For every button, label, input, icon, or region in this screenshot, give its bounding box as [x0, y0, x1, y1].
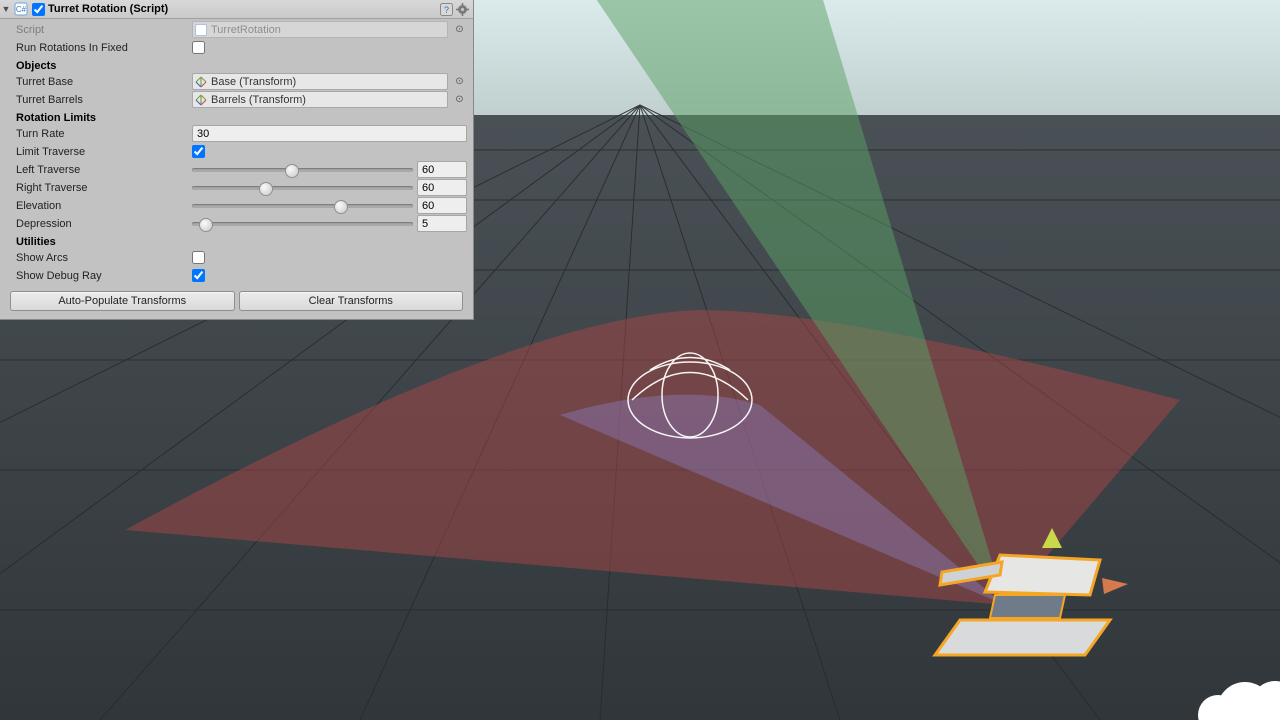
- turret-barrels-field[interactable]: Barrels (Transform): [192, 91, 448, 108]
- object-picker-icon[interactable]: ⊙: [452, 92, 467, 107]
- gear-icon[interactable]: [455, 2, 469, 16]
- component-enabled-checkbox[interactable]: [32, 3, 45, 16]
- object-picker-icon[interactable]: ⊙: [452, 22, 467, 37]
- object-picker-icon[interactable]: ⊙: [452, 74, 467, 89]
- clear-transforms-label: Clear Transforms: [309, 295, 393, 307]
- turret-barrels-value: Barrels (Transform): [211, 94, 306, 106]
- component-title: Turret Rotation (Script): [48, 3, 437, 15]
- depression-value-field[interactable]: 5: [417, 215, 467, 232]
- depression-value: 5: [422, 218, 428, 230]
- right-traverse-value: 60: [422, 182, 434, 194]
- csharp-asset-icon: [195, 24, 207, 36]
- transform-icon: [195, 76, 207, 88]
- left-traverse-value: 60: [422, 164, 434, 176]
- left-traverse-value-field[interactable]: 60: [417, 161, 467, 178]
- elevation-value: 60: [422, 200, 434, 212]
- csharp-script-icon: C#: [14, 2, 28, 16]
- show-arcs-label: Show Arcs: [6, 252, 192, 264]
- depression-slider[interactable]: [192, 217, 413, 231]
- turret-base-label: Turret Base: [6, 76, 192, 88]
- right-traverse-slider[interactable]: [192, 181, 413, 195]
- right-traverse-label: Right Traverse: [6, 182, 192, 194]
- limit-traverse-checkbox[interactable]: [192, 145, 205, 158]
- left-traverse-slider[interactable]: [192, 163, 413, 177]
- auto-populate-label: Auto-Populate Transforms: [58, 295, 186, 307]
- turret-base-value: Base (Transform): [211, 76, 296, 88]
- show-debug-ray-label: Show Debug Ray: [6, 270, 192, 282]
- svg-text:C#: C#: [16, 5, 27, 14]
- section-rotation-limits: Rotation Limits: [6, 112, 467, 124]
- turn-rate-label: Turn Rate: [6, 128, 192, 140]
- show-arcs-checkbox[interactable]: [192, 251, 205, 264]
- show-debug-ray-checkbox[interactable]: [192, 269, 205, 282]
- script-object-field: TurretRotation: [192, 21, 448, 38]
- turn-rate-value: 30: [197, 128, 209, 140]
- section-utilities: Utilities: [6, 236, 467, 248]
- component-header[interactable]: ▼ C# Turret Rotation (Script) ?: [0, 0, 473, 19]
- script-label: Script: [6, 24, 192, 36]
- run-in-fixed-label: Run Rotations In Fixed: [6, 42, 192, 54]
- depression-label: Depression: [6, 218, 192, 230]
- script-name: TurretRotation: [211, 24, 281, 36]
- turn-rate-field[interactable]: 30: [192, 125, 467, 142]
- limit-traverse-label: Limit Traverse: [6, 146, 192, 158]
- elevation-slider[interactable]: [192, 199, 413, 213]
- elevation-value-field[interactable]: 60: [417, 197, 467, 214]
- script-field-row: Script TurretRotation ⊙: [6, 21, 467, 38]
- section-objects: Objects: [6, 60, 467, 72]
- clear-transforms-button[interactable]: Clear Transforms: [239, 291, 464, 311]
- left-traverse-label: Left Traverse: [6, 164, 192, 176]
- turret-barrels-label: Turret Barrels: [6, 94, 192, 106]
- elevation-label: Elevation: [6, 200, 192, 212]
- run-in-fixed-checkbox[interactable]: [192, 41, 205, 54]
- turret-base-field[interactable]: Base (Transform): [192, 73, 448, 90]
- inspector-panel: ▼ C# Turret Rotation (Script) ?: [0, 0, 474, 320]
- auto-populate-button[interactable]: Auto-Populate Transforms: [10, 291, 235, 311]
- help-icon[interactable]: ?: [439, 2, 453, 16]
- svg-text:?: ?: [443, 5, 448, 15]
- right-traverse-value-field[interactable]: 60: [417, 179, 467, 196]
- transform-icon: [195, 94, 207, 106]
- foldout-toggle-icon[interactable]: ▼: [0, 4, 12, 14]
